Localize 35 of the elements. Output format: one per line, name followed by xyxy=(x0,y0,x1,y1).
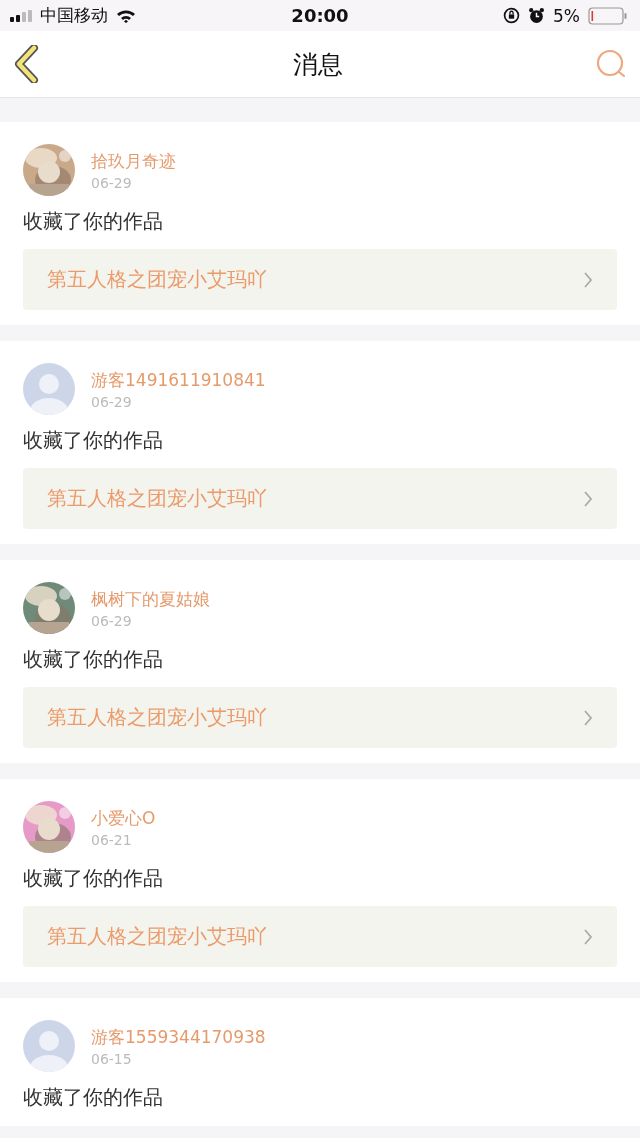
chevron-right-icon xyxy=(583,708,593,727)
avatar-placeholder-icon xyxy=(23,1020,75,1072)
message-text: 收藏了你的作品 xyxy=(23,208,164,235)
message-date: 06-15 xyxy=(91,1050,133,1067)
avatar-placeholder-icon xyxy=(23,363,75,415)
user-name[interactable]: 小爱心O xyxy=(91,806,156,830)
message-text: 收藏了你的作品 xyxy=(23,427,164,454)
rotation-lock-icon xyxy=(503,7,520,24)
signal-icon xyxy=(10,9,32,22)
message-text: 收藏了你的作品 xyxy=(23,1084,164,1111)
work-link[interactable]: 第五人格之团宠小艾玛吖 xyxy=(23,687,617,748)
page-title: 消息 xyxy=(293,48,343,81)
message-date: 06-29 xyxy=(91,612,133,629)
message-text: 收藏了你的作品 xyxy=(23,646,164,673)
user-name[interactable]: 游客1491611910841 xyxy=(91,368,266,392)
user-name[interactable]: 枫树下的夏姑娘 xyxy=(91,587,210,611)
back-icon[interactable] xyxy=(14,45,40,83)
alarm-icon xyxy=(528,7,545,24)
wifi-icon xyxy=(116,8,136,23)
chevron-right-icon xyxy=(583,927,593,946)
chevron-right-icon xyxy=(583,270,593,289)
message-date: 06-29 xyxy=(91,174,133,191)
status-time: 20:00 xyxy=(291,5,349,26)
work-link[interactable]: 第五人格之团宠小艾玛吖 xyxy=(23,249,617,310)
user-name[interactable]: 游客1559344170938 xyxy=(91,1025,266,1049)
carrier-name: 中国移动 xyxy=(40,4,108,27)
message-date: 06-29 xyxy=(91,393,133,410)
user-name[interactable]: 拾玖月奇迹 xyxy=(91,149,176,173)
message-text: 收藏了你的作品 xyxy=(23,865,164,892)
chevron-right-icon xyxy=(583,489,593,508)
message-date: 06-21 xyxy=(91,831,133,848)
work-link[interactable]: 第五人格之团宠小艾玛吖 xyxy=(23,468,617,529)
work-link[interactable]: 第五人格之团宠小艾玛吖 xyxy=(23,906,617,967)
battery-percent: 5% xyxy=(553,5,580,26)
battery-icon xyxy=(588,6,628,25)
